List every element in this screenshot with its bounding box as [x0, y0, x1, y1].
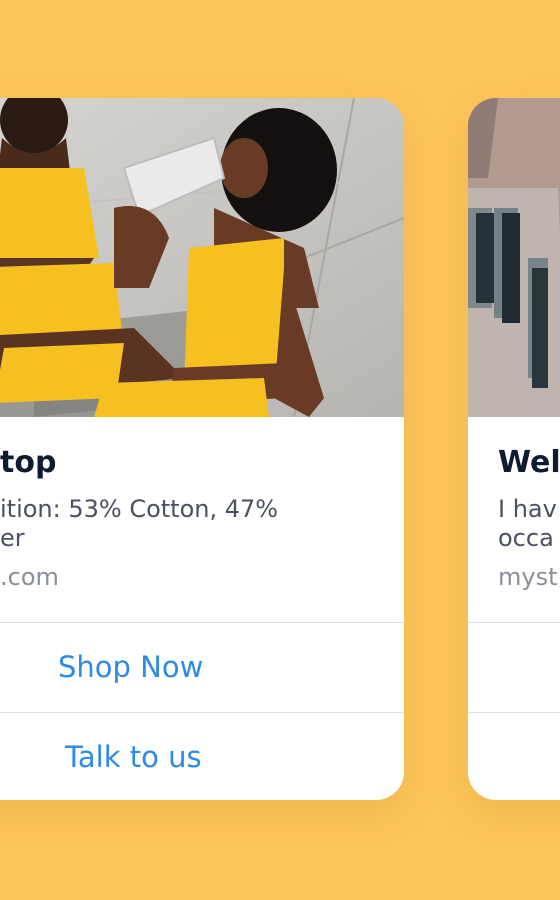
hero-photo-icon: [0, 98, 404, 417]
next-card-description: I hav occa: [498, 495, 560, 553]
product-description: ition: 53% Cotton, 47% er: [0, 495, 380, 553]
next-card-button-1[interactable]: [468, 622, 560, 711]
talk-to-us-button[interactable]: Talk to us: [0, 712, 404, 800]
building-photo-icon: [468, 98, 560, 417]
description-line-2: er: [0, 524, 25, 552]
next-desc-line-2: occa: [498, 524, 554, 552]
next-card-link[interactable]: myst: [498, 563, 558, 591]
product-title: top: [0, 445, 57, 480]
next-desc-line-1: I hav: [498, 495, 557, 523]
next-card-image[interactable]: [468, 98, 560, 417]
product-image[interactable]: [0, 98, 404, 417]
next-card-title: Wel: [498, 445, 560, 480]
product-card[interactable]: top ition: 53% Cotton, 47% er .com Shop …: [0, 98, 404, 800]
card-content: top ition: 53% Cotton, 47% er .com: [0, 417, 404, 622]
product-link[interactable]: .com: [0, 563, 59, 591]
talk-to-us-label: Talk to us: [65, 740, 202, 774]
next-card-content: Wel I hav occa myst: [468, 417, 560, 622]
shop-now-button[interactable]: Shop Now: [0, 622, 404, 711]
next-card-button-2[interactable]: [468, 712, 560, 800]
shop-now-label: Shop Now: [58, 650, 204, 684]
carousel-stage: top ition: 53% Cotton, 47% er .com Shop …: [0, 0, 560, 900]
product-card-next[interactable]: Wel I hav occa myst: [468, 98, 560, 800]
description-line-1: ition: 53% Cotton, 47%: [0, 495, 279, 523]
